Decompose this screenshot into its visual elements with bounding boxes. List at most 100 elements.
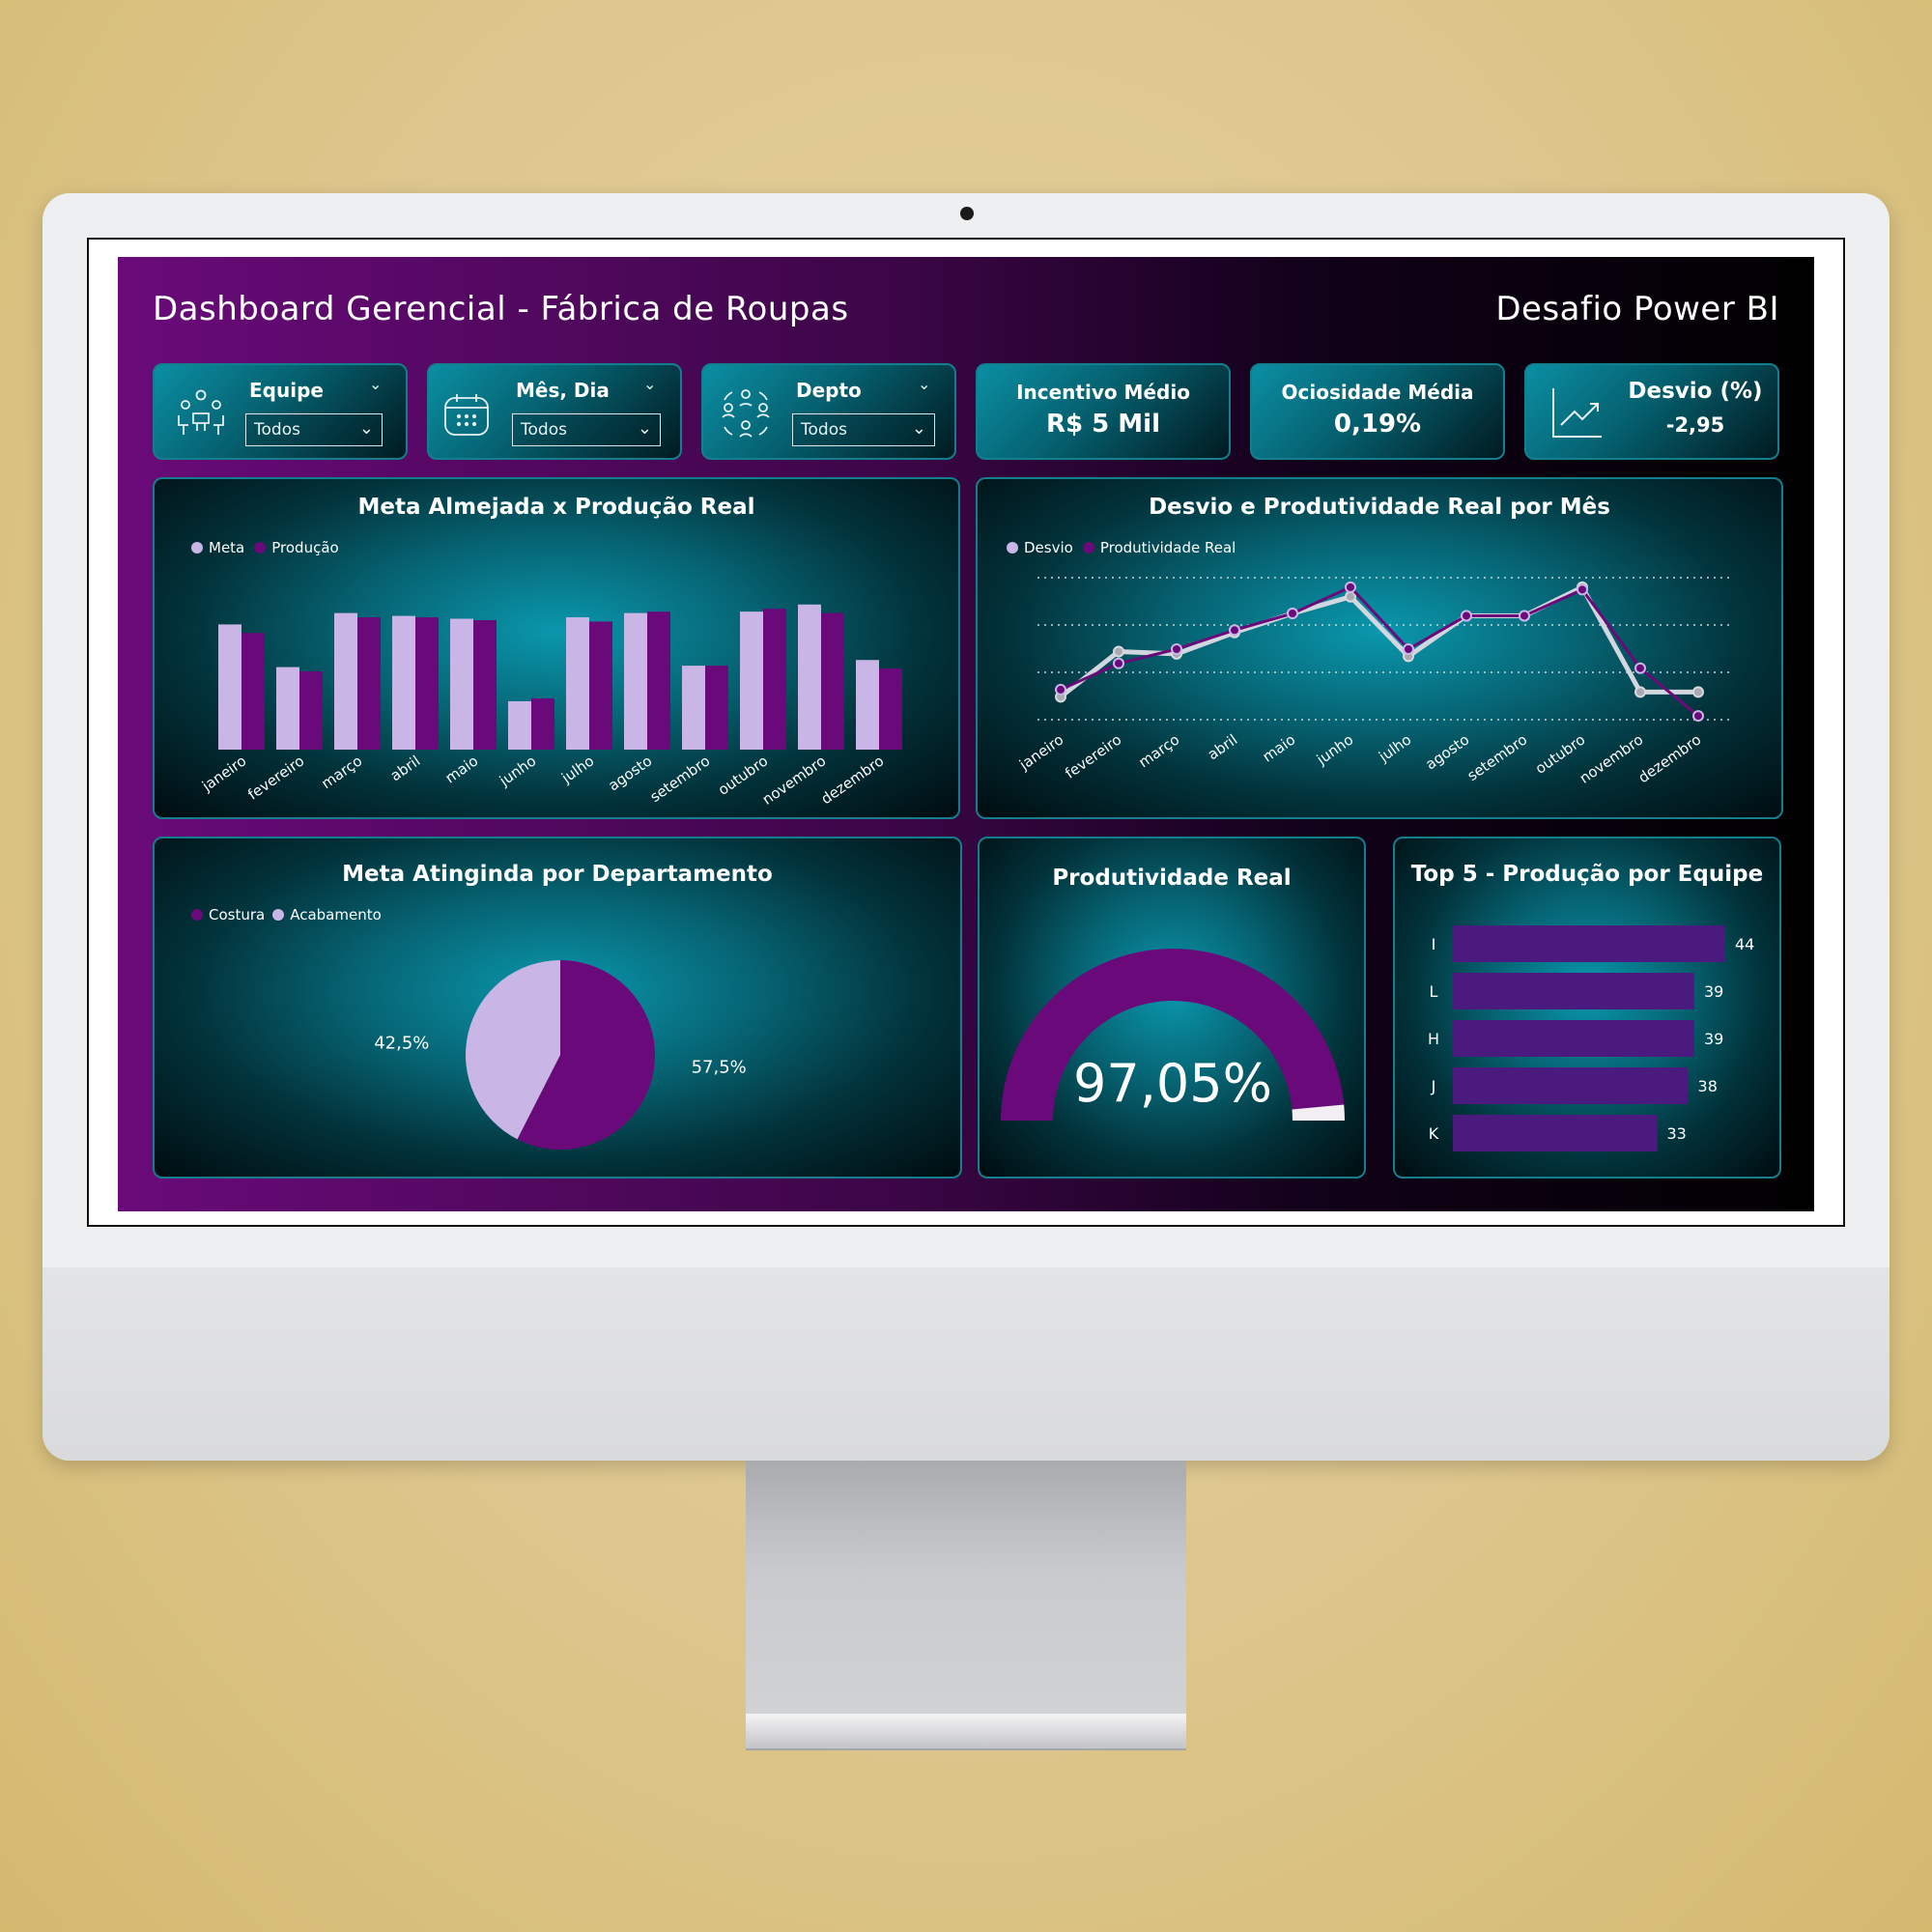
trend-chart-icon bbox=[1552, 388, 1602, 438]
x-tick-label: junho bbox=[496, 753, 539, 790]
data-point bbox=[1345, 581, 1356, 593]
chevron-down-icon: ⌄ bbox=[911, 418, 926, 439]
y-tick-label: I bbox=[1432, 935, 1436, 953]
chevron-down-icon: ⌄ bbox=[358, 418, 374, 439]
team-icon bbox=[178, 389, 224, 435]
dropdown-value: Todos bbox=[521, 420, 567, 440]
dashboard-subtitle: Desafio Power BI bbox=[1495, 290, 1779, 328]
bar-meta bbox=[508, 700, 531, 750]
pie-chart-departamento: 57,5% 42,5% bbox=[374, 960, 747, 1150]
bar-chart-meta-producao: janeirofevereiro março abril maio junho julho… bbox=[198, 604, 902, 809]
data-point bbox=[1692, 686, 1704, 698]
bar-produção bbox=[879, 668, 902, 750]
pie-data-label: 57,5% bbox=[692, 1058, 747, 1078]
data-point bbox=[1461, 610, 1472, 622]
gauge-produtividade: 97,05% bbox=[1001, 949, 1345, 1121]
mes-dia-dropdown[interactable]: Todos ⌄ bbox=[512, 413, 661, 446]
data-point bbox=[1634, 662, 1646, 674]
x-tick-label: setembro bbox=[1464, 731, 1531, 785]
data-point bbox=[1634, 686, 1646, 698]
x-tick-label: abril bbox=[1205, 731, 1241, 764]
data-point bbox=[1577, 583, 1588, 596]
camera-dot bbox=[960, 207, 974, 220]
x-tick-label: fevereiro bbox=[244, 753, 307, 804]
x-tick-label: junho bbox=[1313, 731, 1356, 769]
bar-meta bbox=[682, 666, 705, 750]
kpi-value: -2,95 bbox=[1665, 413, 1725, 437]
x-tick-label: abril bbox=[387, 753, 424, 785]
x-tick-label: janeiro bbox=[1015, 731, 1066, 775]
department-icon bbox=[722, 389, 770, 438]
y-tick-label: H bbox=[1428, 1030, 1439, 1048]
depto-dropdown[interactable]: Todos ⌄ bbox=[792, 413, 935, 446]
bar-meta bbox=[218, 624, 242, 750]
data-point bbox=[1113, 645, 1124, 658]
monitor-stand bbox=[746, 1461, 1186, 1736]
x-tick-label: agosto bbox=[1422, 731, 1472, 774]
x-tick-label: março bbox=[318, 753, 365, 793]
data-point bbox=[1229, 624, 1240, 637]
monitor-chin bbox=[43, 1267, 1889, 1461]
x-tick-label: julho bbox=[1375, 731, 1414, 766]
gauge-value-label: 97,05% bbox=[1073, 1053, 1272, 1114]
x-tick-label: janeiro bbox=[198, 753, 249, 796]
slicer-label: Depto bbox=[796, 379, 862, 402]
slicer-equipe[interactable]: Equipe ⌄ Todos ⌄ bbox=[153, 363, 408, 460]
y-tick-label: J bbox=[1431, 1077, 1436, 1095]
kpi-value: 0,19% bbox=[1333, 410, 1422, 439]
bar-data-label: 39 bbox=[1704, 1030, 1723, 1048]
bar-produção bbox=[415, 617, 439, 750]
bar-produção bbox=[589, 621, 612, 750]
data-point bbox=[1171, 643, 1182, 655]
x-tick-label: março bbox=[1135, 731, 1182, 772]
data-point bbox=[1403, 643, 1414, 655]
dashboard-screen: Dashboard Gerencial - Fábrica de Roupas … bbox=[118, 257, 1814, 1211]
slicer-depto[interactable]: Depto ⌄ Todos ⌄ bbox=[701, 363, 956, 460]
slicer-label: Equipe bbox=[249, 379, 324, 402]
bar-produção bbox=[357, 617, 381, 750]
bar-produção bbox=[821, 612, 844, 750]
bar-data-label: 44 bbox=[1735, 935, 1754, 953]
pie-data-label: 42,5% bbox=[374, 1033, 429, 1053]
bar-produção bbox=[473, 619, 497, 750]
x-tick-label: julho bbox=[557, 753, 597, 787]
hbar bbox=[1453, 973, 1694, 1009]
line-chart-desvio-produtividade: janeirofevereiro março abril maio junho julho… bbox=[1015, 577, 1733, 787]
chevron-down-icon[interactable]: ⌄ bbox=[643, 375, 656, 393]
x-tick-label: novembro bbox=[1577, 731, 1647, 787]
bar-produção bbox=[299, 671, 323, 750]
bar-data-label: 39 bbox=[1704, 982, 1723, 1001]
kpi-desvio: Desvio (%) -2,95 bbox=[1524, 363, 1779, 460]
bar-meta bbox=[798, 604, 821, 750]
x-tick-label: maio bbox=[442, 753, 482, 787]
dropdown-value: Todos bbox=[801, 420, 847, 440]
kpi-label: Desvio (%) bbox=[1628, 379, 1763, 404]
equipe-dropdown[interactable]: Todos ⌄ bbox=[245, 413, 383, 446]
bar-data-label: 38 bbox=[1698, 1077, 1718, 1095]
chevron-down-icon[interactable]: ⌄ bbox=[918, 375, 930, 393]
data-point bbox=[1287, 608, 1298, 619]
panel-meta-departamento: Meta Atinginda por Departamento Costura … bbox=[153, 837, 962, 1179]
x-tick-label: maio bbox=[1260, 731, 1299, 766]
bar-meta bbox=[740, 611, 763, 750]
x-tick-label: setembro bbox=[647, 753, 714, 807]
bar-meta bbox=[450, 618, 473, 750]
hbar bbox=[1453, 1067, 1689, 1104]
data-point bbox=[1519, 610, 1530, 622]
bar-produção bbox=[705, 666, 728, 750]
kpi-ociosidade-media: Ociosidade Média 0,19% bbox=[1250, 363, 1505, 460]
hbar bbox=[1453, 1020, 1694, 1057]
bar-meta bbox=[624, 612, 647, 750]
dashboard-title: Dashboard Gerencial - Fábrica de Roupas bbox=[153, 290, 849, 328]
kpi-label: Incentivo Médio bbox=[1016, 381, 1190, 404]
bar-meta bbox=[856, 660, 879, 750]
chevron-down-icon[interactable]: ⌄ bbox=[369, 375, 382, 393]
series-line-desvio bbox=[1059, 584, 1698, 699]
chevron-down-icon: ⌄ bbox=[637, 418, 652, 439]
kpi-label: Ociosidade Média bbox=[1281, 381, 1474, 404]
bar-meta bbox=[566, 617, 589, 750]
y-tick-label: L bbox=[1430, 982, 1438, 1001]
slicer-label: Mês, Dia bbox=[516, 379, 610, 402]
slicer-mes-dia[interactable]: Mês, Dia ⌄ Todos ⌄ bbox=[427, 363, 682, 460]
data-point bbox=[1055, 683, 1066, 696]
